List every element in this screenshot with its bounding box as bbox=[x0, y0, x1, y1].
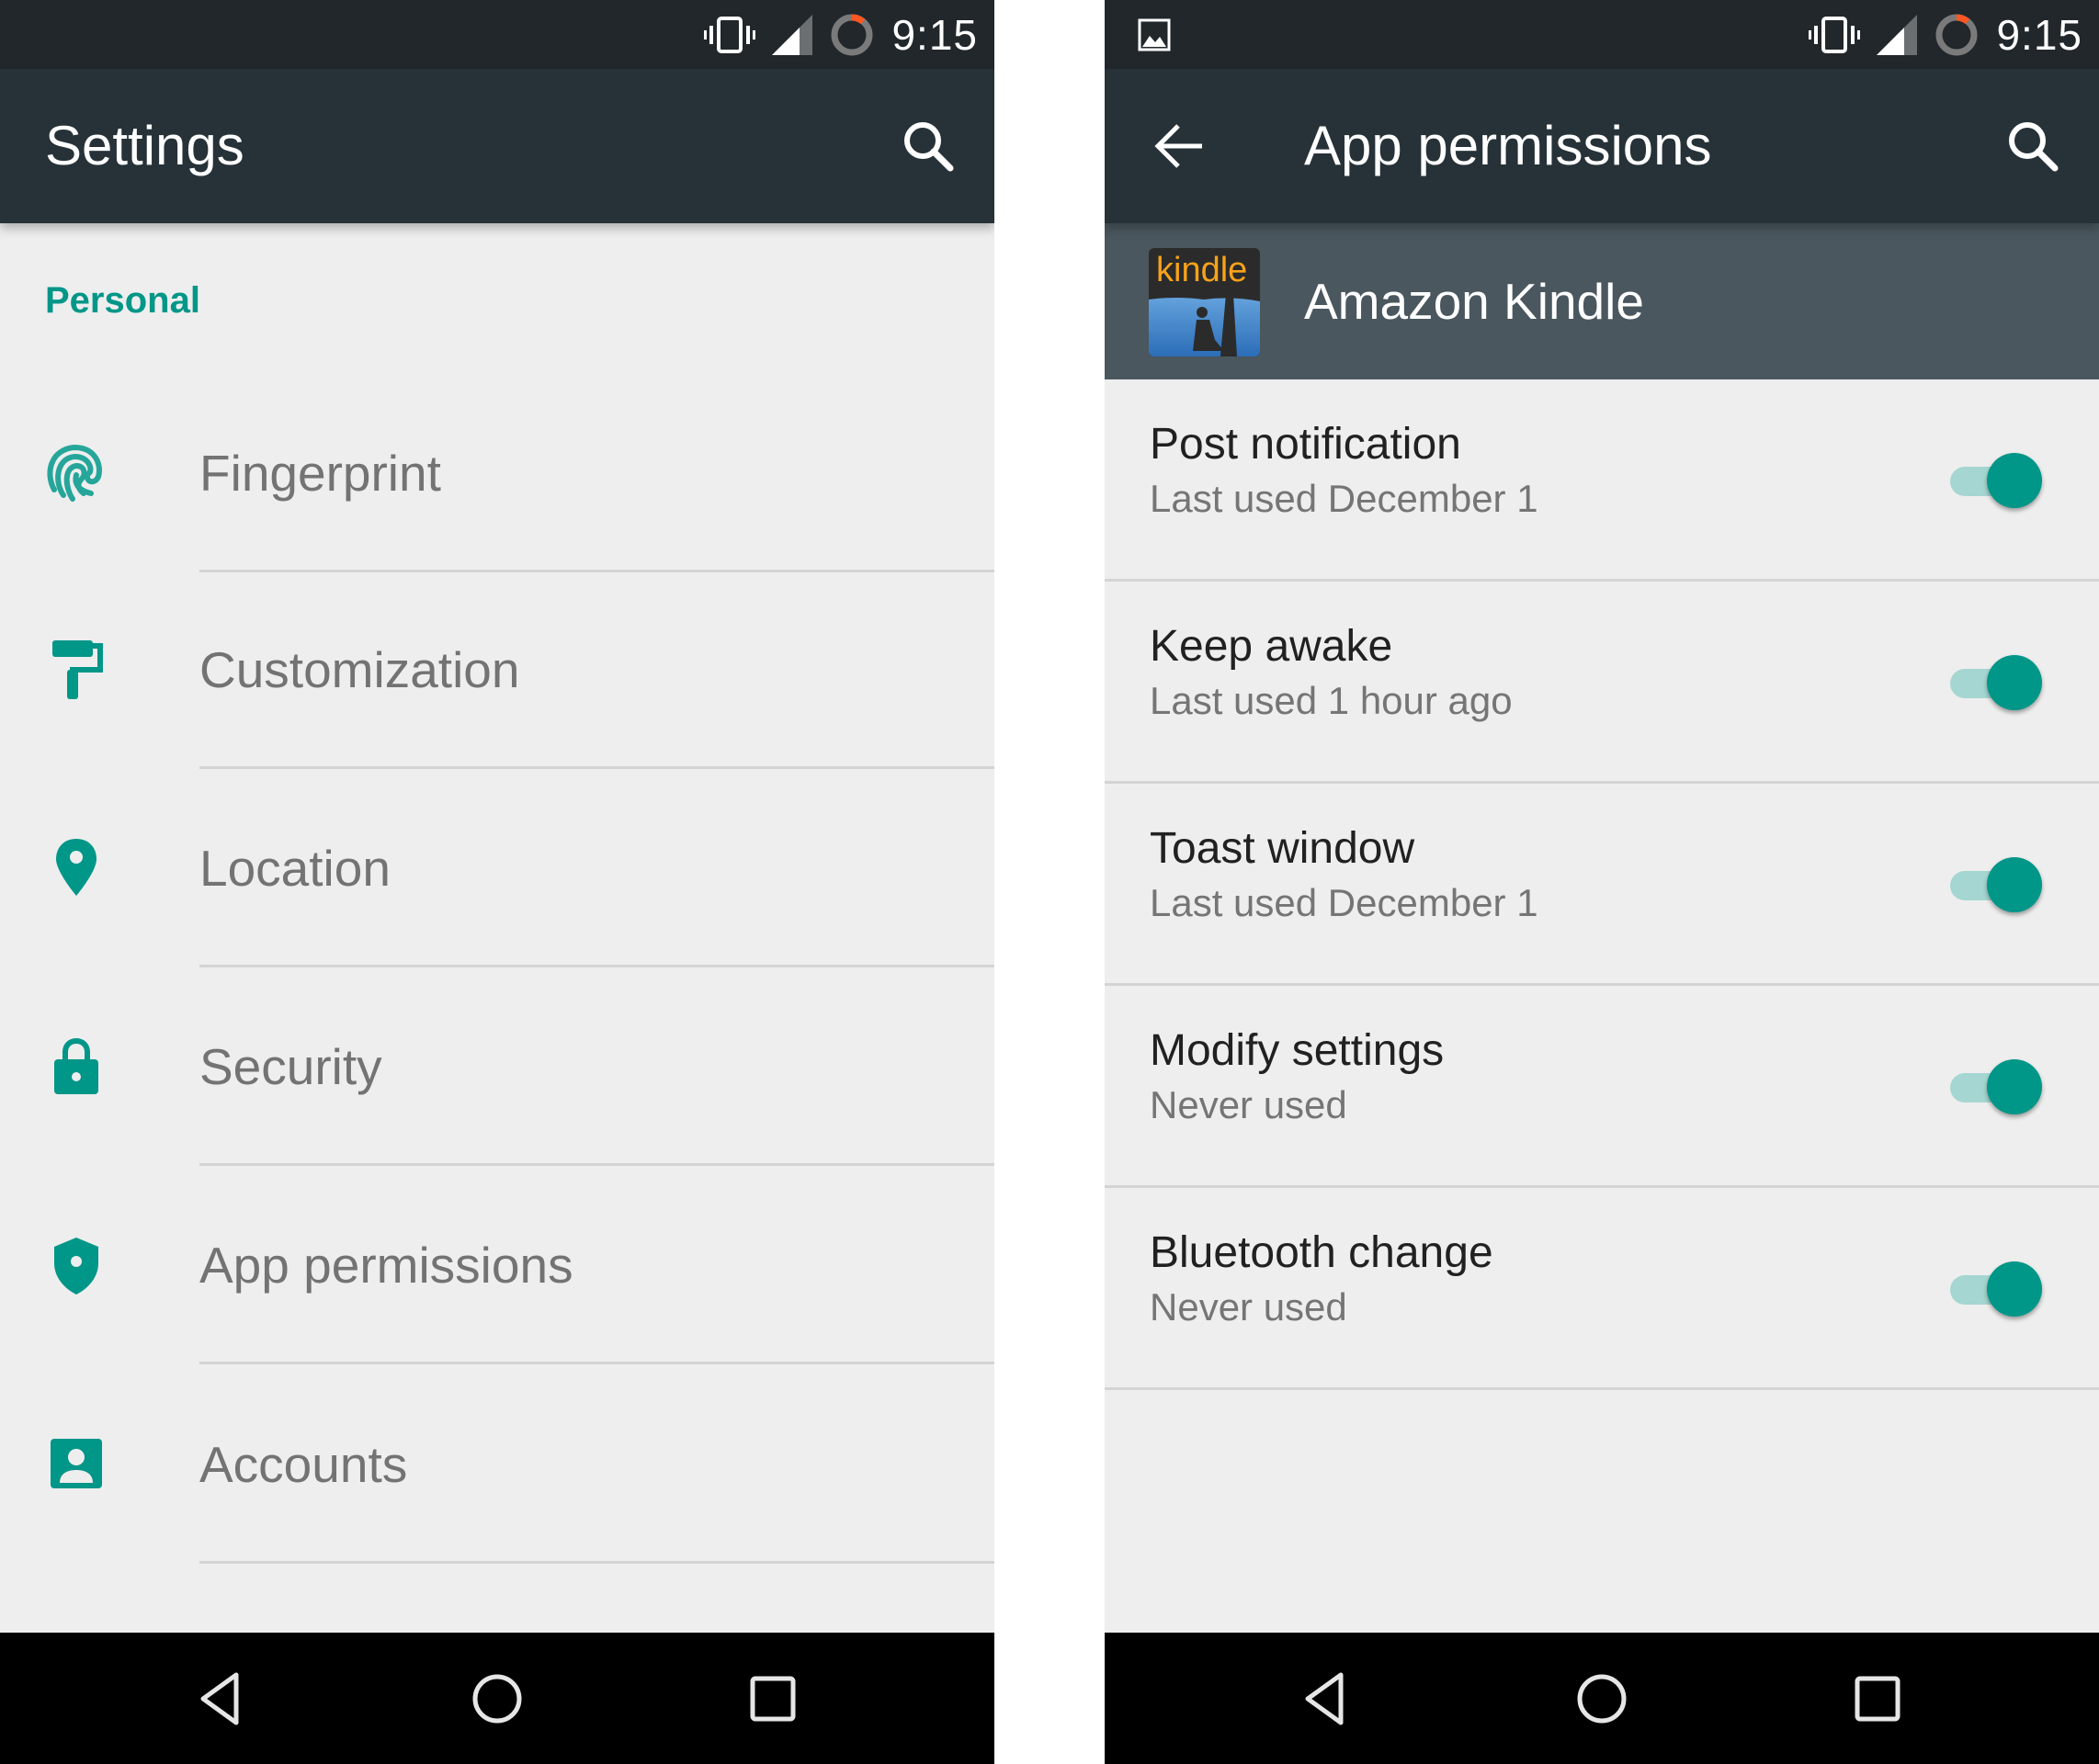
permission-last-used: Last used December 1 bbox=[1150, 477, 1538, 520]
settings-item-label: Customization bbox=[199, 641, 520, 698]
kindle-logo-text: kindle bbox=[1156, 251, 1247, 289]
settings-item-fingerprint[interactable]: Fingerprint bbox=[0, 374, 994, 572]
fingerprint-icon bbox=[47, 444, 102, 502]
permission-row-bluetooth-change[interactable]: Bluetooth change Never used bbox=[1105, 1188, 2099, 1390]
settings-screen: 9:15 Settings Personal Fingerprint Custo… bbox=[0, 0, 994, 1764]
nav-recents-icon[interactable] bbox=[740, 1666, 806, 1732]
permission-last-used: Never used bbox=[1150, 1285, 1347, 1329]
permission-toggle[interactable] bbox=[1950, 855, 2046, 914]
nav-recents-icon[interactable] bbox=[1844, 1666, 1911, 1732]
divider bbox=[199, 1362, 994, 1364]
nav-back-icon[interactable] bbox=[1293, 1666, 1359, 1732]
kindle-app-icon: kindle bbox=[1149, 248, 1260, 356]
settings-item-security[interactable]: Security bbox=[0, 967, 994, 1166]
divider bbox=[199, 1561, 994, 1564]
permission-row-toast-window[interactable]: Toast window Last used December 1 bbox=[1105, 784, 2099, 986]
settings-item-customization[interactable]: Customization bbox=[0, 571, 994, 769]
settings-item-label: App permissions bbox=[199, 1237, 573, 1294]
permission-title: Toast window bbox=[1150, 824, 1415, 873]
nav-home-icon[interactable] bbox=[464, 1666, 530, 1732]
clock: 9:15 bbox=[891, 10, 978, 59]
settings-item-accounts[interactable]: Accounts bbox=[0, 1365, 994, 1564]
permission-title: Modify settings bbox=[1150, 1026, 1445, 1075]
signal-icon bbox=[772, 14, 813, 55]
battery-saver-icon bbox=[831, 14, 873, 55]
settings-item-label: Accounts bbox=[199, 1436, 408, 1493]
navigation-bar bbox=[0, 1633, 994, 1764]
search-icon[interactable] bbox=[899, 117, 958, 175]
section-header-personal: Personal bbox=[45, 280, 200, 321]
permission-last-used: Last used 1 hour ago bbox=[1150, 679, 1513, 722]
signal-icon bbox=[1877, 14, 1918, 55]
image-notification-icon bbox=[1138, 18, 1171, 51]
permission-last-used: Last used December 1 bbox=[1150, 881, 1538, 924]
permission-toggle[interactable] bbox=[1950, 1057, 2046, 1116]
app-permissions-screen: 9:15 App permissions kindle Amazon Kindl… bbox=[1105, 0, 2099, 1764]
permission-title: Keep awake bbox=[1150, 622, 1393, 671]
account-box-icon bbox=[51, 1439, 102, 1488]
permission-toggle[interactable] bbox=[1950, 1260, 2046, 1318]
app-bar: Settings bbox=[0, 69, 994, 223]
app-header: kindle Amazon Kindle bbox=[1105, 223, 2099, 379]
app-bar: App permissions bbox=[1105, 69, 2099, 223]
settings-item-label: Security bbox=[199, 1038, 382, 1095]
paint-roller-icon bbox=[52, 640, 103, 699]
arrow-back-icon[interactable] bbox=[1151, 117, 1209, 175]
settings-item-label: Fingerprint bbox=[199, 445, 441, 502]
vibrate-icon bbox=[704, 16, 756, 53]
permission-row-post-notification[interactable]: Post notification Last used December 1 bbox=[1105, 379, 2099, 582]
settings-item-app-permissions[interactable]: App permissions bbox=[0, 1166, 994, 1364]
clock: 9:15 bbox=[1996, 10, 2082, 59]
permission-title: Post notification bbox=[1150, 420, 1461, 469]
lock-icon bbox=[54, 1037, 98, 1094]
permission-last-used: Never used bbox=[1150, 1083, 1347, 1126]
settings-item-label: Location bbox=[199, 840, 391, 897]
permission-toggle[interactable] bbox=[1950, 653, 2046, 712]
nav-back-icon[interactable] bbox=[188, 1666, 255, 1732]
nav-home-icon[interactable] bbox=[1569, 1666, 1635, 1732]
permission-toggle[interactable] bbox=[1950, 451, 2046, 510]
status-bar: 9:15 bbox=[0, 0, 994, 69]
shield-icon bbox=[54, 1238, 98, 1295]
permission-row-modify-settings[interactable]: Modify settings Never used bbox=[1105, 986, 2099, 1188]
settings-item-location[interactable]: Location bbox=[0, 769, 994, 967]
permission-row-keep-awake[interactable]: Keep awake Last used 1 hour ago bbox=[1105, 582, 2099, 784]
app-name: Amazon Kindle bbox=[1304, 273, 1644, 330]
navigation-bar bbox=[1105, 1633, 2099, 1764]
page-title: Settings bbox=[45, 115, 244, 176]
status-bar: 9:15 bbox=[1105, 0, 2099, 69]
search-icon[interactable] bbox=[2003, 117, 2062, 175]
vibrate-icon bbox=[1809, 16, 1861, 53]
page-title: App permissions bbox=[1304, 115, 1712, 176]
permission-title: Bluetooth change bbox=[1150, 1228, 1493, 1277]
battery-saver-icon bbox=[1935, 14, 1978, 55]
location-pin-icon bbox=[56, 839, 96, 896]
